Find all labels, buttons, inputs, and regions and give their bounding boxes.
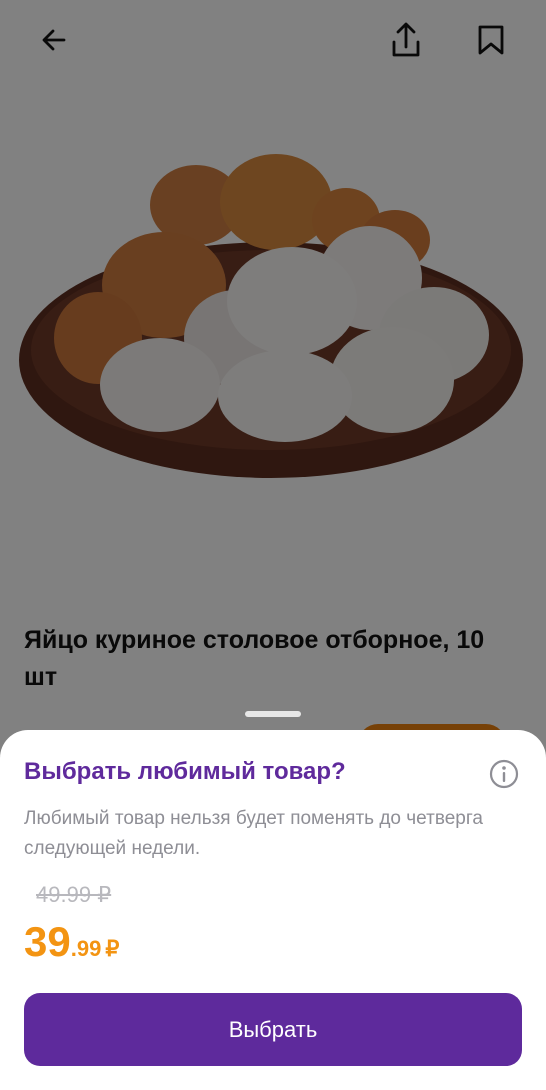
sheet-title: Выбрать любимый товар? <box>24 758 346 785</box>
select-button[interactable]: Выбрать <box>24 993 522 1066</box>
price-integer: 39 <box>24 918 71 965</box>
sheet-drag-handle[interactable] <box>245 711 301 717</box>
bottom-sheet: Выбрать любимый товар? Любимый товар нел… <box>0 730 546 1090</box>
sheet-description: Любимый товар нельзя будет поменять до ч… <box>24 808 483 859</box>
price-fraction: .99 <box>70 936 102 961</box>
info-icon[interactable] <box>488 758 520 790</box>
price-currency: ₽ <box>105 936 120 961</box>
old-price: 49.99 ₽ <box>36 882 112 907</box>
current-price: 39 .99 ₽ <box>24 918 119 966</box>
